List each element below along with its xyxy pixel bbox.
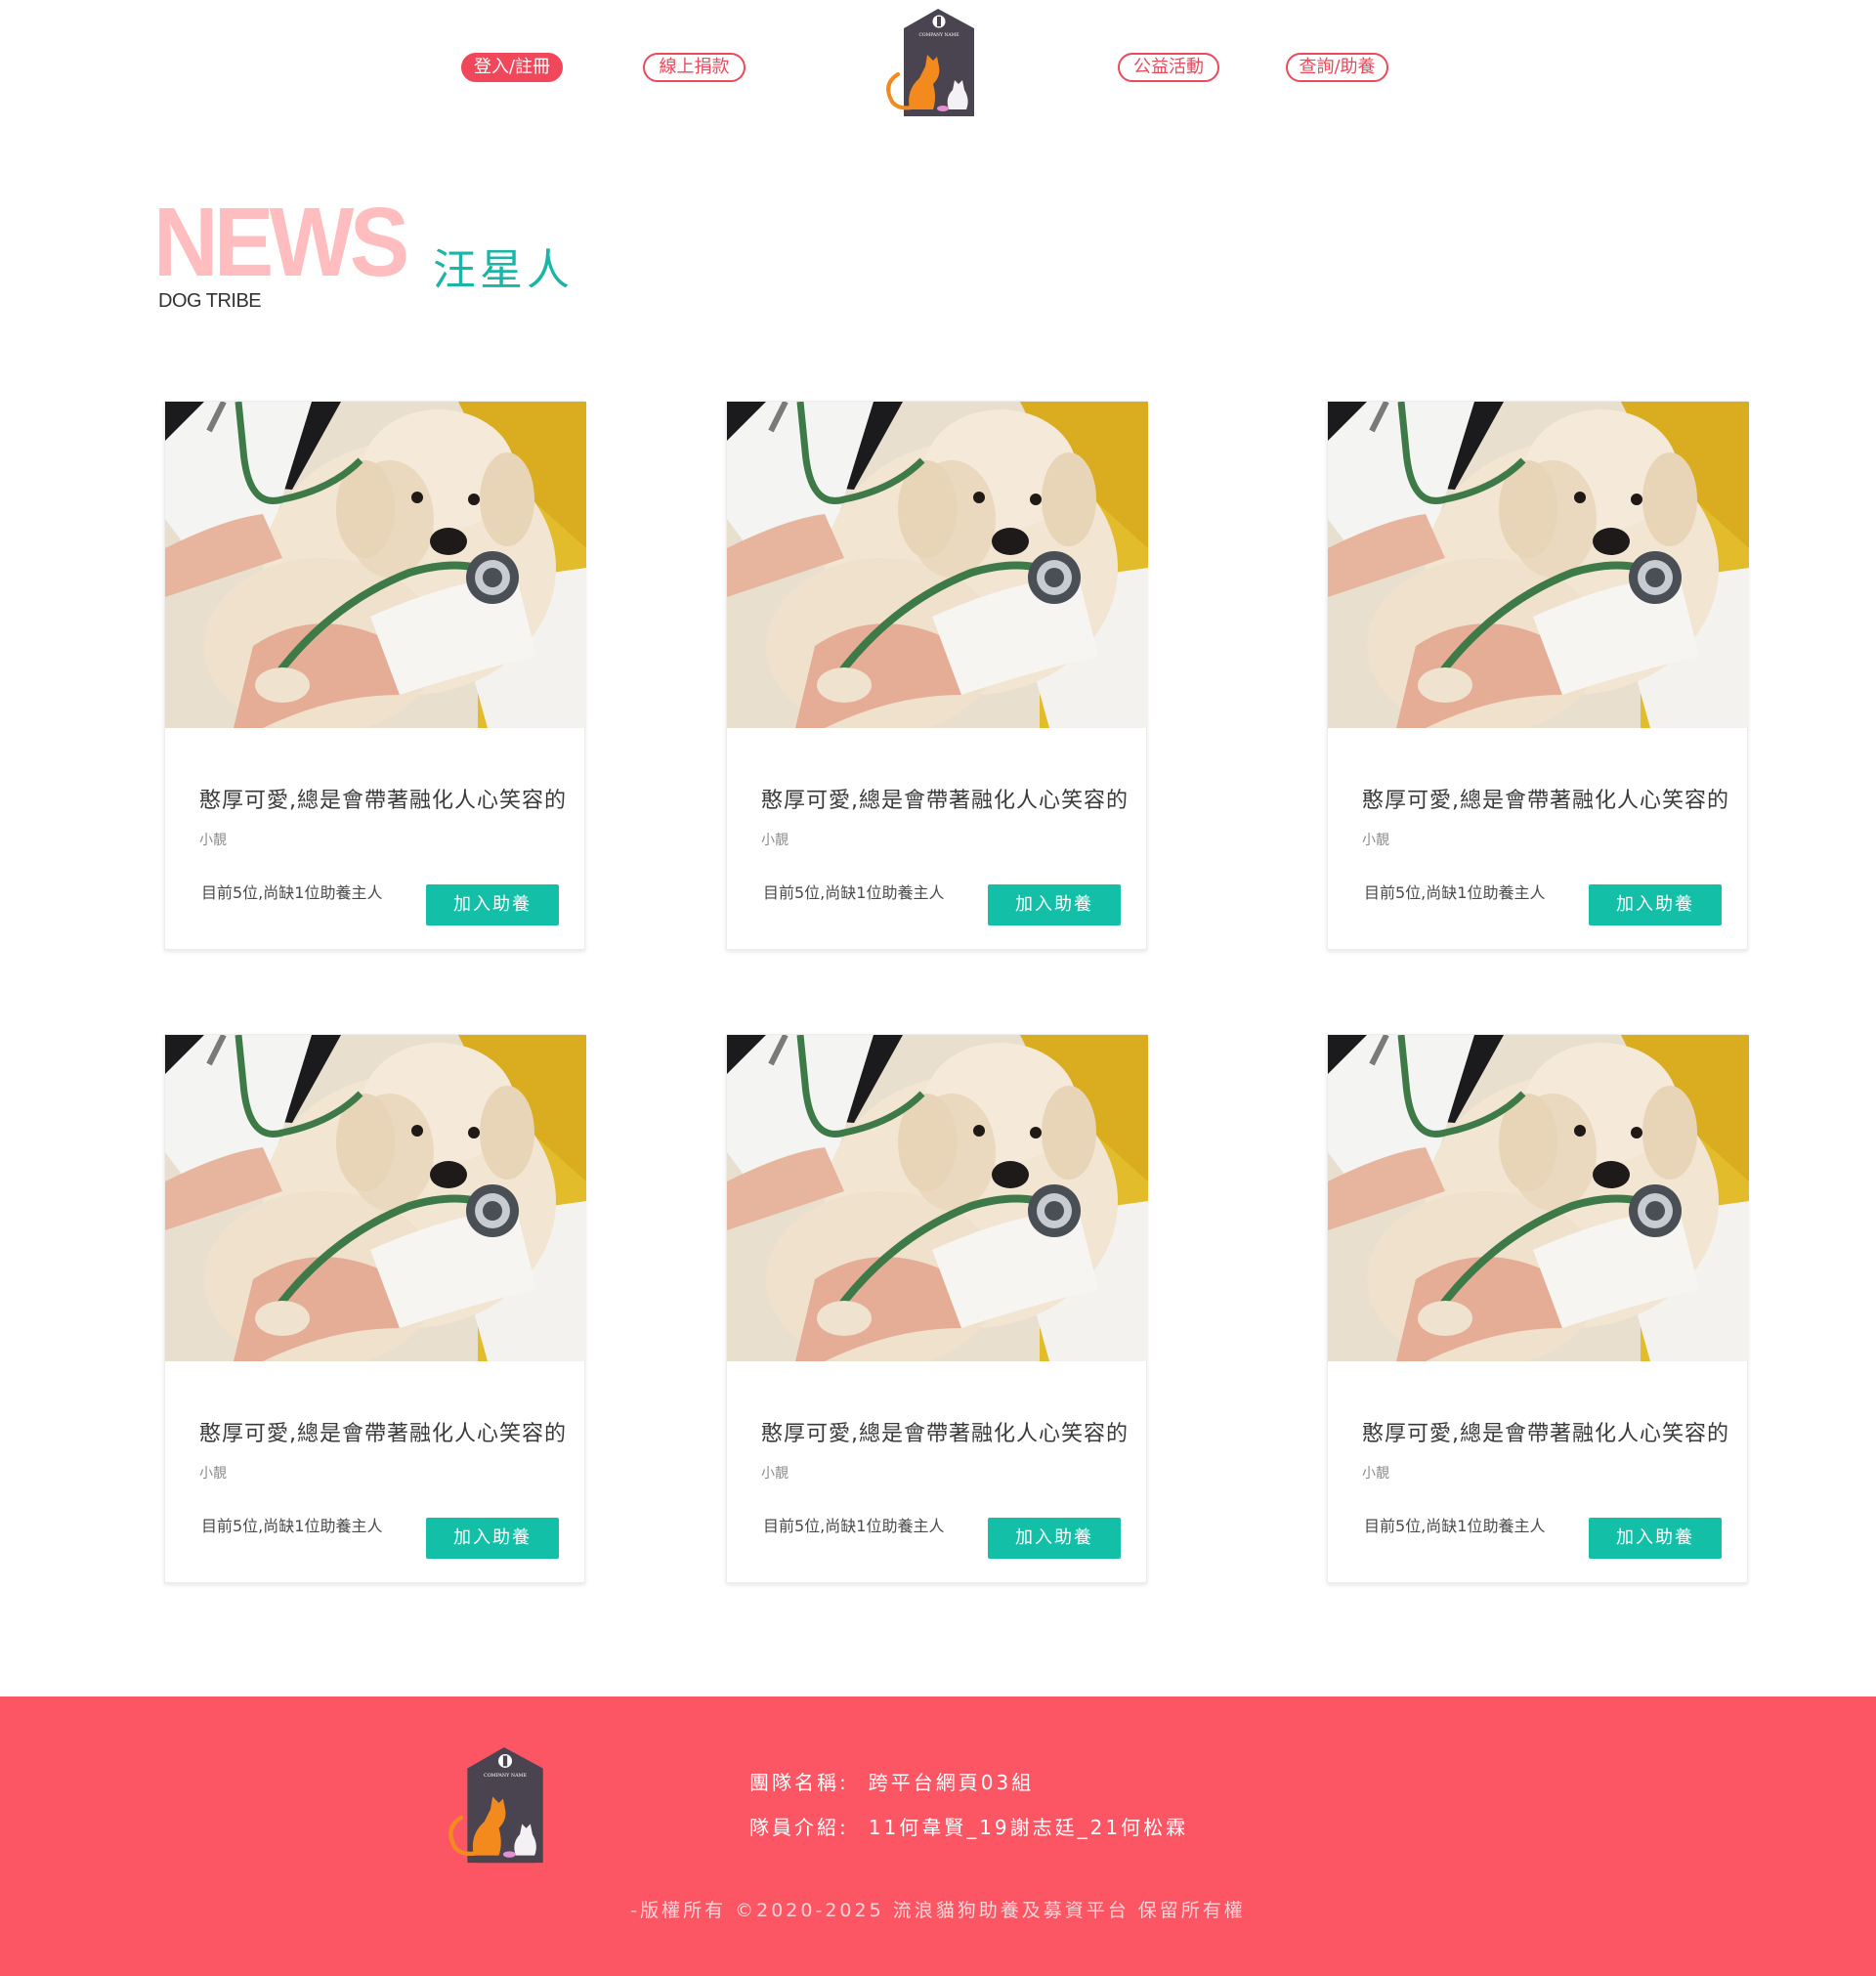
footer-team-label: 團隊名稱: [749, 1771, 849, 1794]
footer-logo[interactable]: COMPANY NAME [434, 1743, 576, 1865]
card-author: 小靚 [761, 833, 789, 848]
card-author: 小靚 [199, 833, 227, 848]
dog-card[interactable]: 憨厚可愛,總是會帶著融化人心笑容的 小靚 目前5位,尚缺1位助養主人 加入助養 [1327, 401, 1748, 950]
join-sponsor-button[interactable]: 加入助養 [1589, 1518, 1722, 1559]
nav-login-register-button[interactable]: 登入/註冊 [461, 53, 563, 82]
dog-card[interactable]: 憨厚可愛,總是會帶著融化人心笑容的 小靚 目前5位,尚缺1位助養主人 加入助養 [726, 401, 1147, 950]
footer-team-name: 團隊名稱: 跨平台網頁03組 [749, 1767, 1034, 1795]
card-sponsor-status: 目前5位,尚缺1位助養主人 [763, 883, 945, 902]
card-sponsor-status: 目前5位,尚缺1位助養主人 [763, 1517, 945, 1535]
card-sponsor-status: 目前5位,尚缺1位助養主人 [1364, 1517, 1546, 1535]
dog-card[interactable]: 憨厚可愛,總是會帶著融化人心笑容的 小靚 目前5位,尚缺1位助養主人 加入助養 [1327, 1034, 1748, 1583]
footer-team-value: 跨平台網頁03組 [868, 1771, 1035, 1794]
nav-charity-events-button[interactable]: 公益活動 [1118, 53, 1219, 82]
join-sponsor-button[interactable]: 加入助養 [426, 884, 559, 925]
site-logo[interactable]: COMPANY NAME [873, 6, 1004, 117]
footer-logo-company-name: COMPANY NAME [484, 1773, 527, 1779]
card-title: 憨厚可愛,總是會帶著融化人心笑容的 [199, 1422, 567, 1446]
card-title: 憨厚可愛,總是會帶著融化人心笑容的 [1362, 789, 1729, 813]
section-title: 汪星人 [433, 245, 574, 295]
card-sponsor-status: 目前5位,尚缺1位助養主人 [201, 1517, 383, 1535]
card-author: 小靚 [761, 1466, 789, 1482]
footer-members-value: 11何韋賢_19謝志廷_21何松霖 [868, 1816, 1189, 1839]
join-sponsor-button[interactable]: 加入助養 [988, 1518, 1121, 1559]
dog-photo [727, 402, 1148, 728]
card-sponsor-status: 目前5位,尚缺1位助養主人 [201, 883, 383, 902]
dog-card[interactable]: 憨厚可愛,總是會帶著融化人心笑容的 小靚 目前5位,尚缺1位助養主人 加入助養 [164, 1034, 585, 1583]
dog-card[interactable]: 憨厚可愛,總是會帶著融化人心笑容的 小靚 目前5位,尚缺1位助養主人 加入助養 [164, 401, 585, 950]
footer-copyright: -版權所有 ©2020-2025 流浪貓狗助養及募資平台 保留所有權 [630, 1900, 1246, 1921]
dog-photo [1328, 402, 1749, 728]
card-title: 憨厚可愛,總是會帶著融化人心笑容的 [761, 1422, 1129, 1446]
card-title: 憨厚可愛,總是會帶著融化人心笑容的 [761, 789, 1129, 813]
join-sponsor-button[interactable]: 加入助養 [988, 884, 1121, 925]
nav-online-donation-button[interactable]: 線上捐款 [643, 53, 746, 82]
card-author: 小靚 [1362, 1466, 1389, 1482]
dog-photo [165, 402, 586, 728]
logo-company-name: COMPANY NAME [918, 32, 959, 38]
join-sponsor-button[interactable]: 加入助養 [426, 1518, 559, 1559]
card-title: 憨厚可愛,總是會帶著融化人心笑容的 [1362, 1422, 1729, 1446]
card-author: 小靚 [199, 1466, 227, 1482]
dog-photo [727, 1035, 1148, 1361]
card-sponsor-status: 目前5位,尚缺1位助養主人 [1364, 883, 1546, 902]
card-author: 小靚 [1362, 833, 1389, 848]
card-title: 憨厚可愛,總是會帶著融化人心笑容的 [199, 789, 567, 813]
dog-card[interactable]: 憨厚可愛,總是會帶著融化人心笑容的 小靚 目前5位,尚缺1位助養主人 加入助養 [726, 1034, 1147, 1583]
footer-members-label: 隊員介紹: [749, 1816, 849, 1839]
news-heading: NEWS [153, 188, 409, 297]
news-subheading: DOG TRIBE [158, 290, 262, 312]
dog-photo [165, 1035, 586, 1361]
join-sponsor-button[interactable]: 加入助養 [1589, 884, 1722, 925]
dog-photo [1328, 1035, 1749, 1361]
nav-search-adopt-button[interactable]: 查詢/助養 [1286, 53, 1388, 82]
footer-members: 隊員介紹: 11何韋賢_19謝志廷_21何松霖 [749, 1812, 1188, 1840]
